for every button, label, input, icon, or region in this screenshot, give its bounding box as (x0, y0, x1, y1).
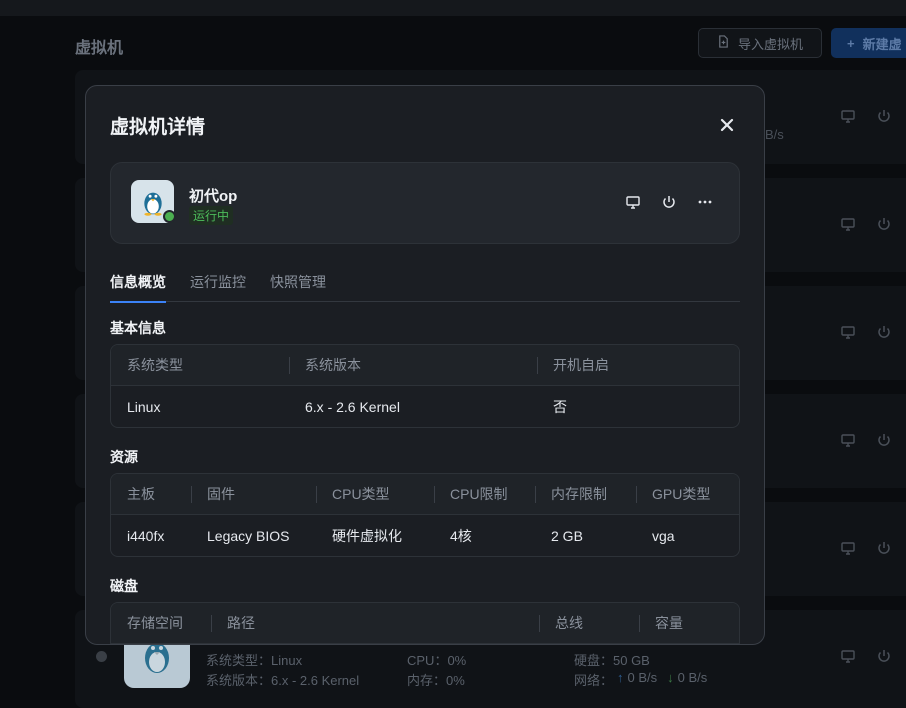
detail-tabs: 信息概览 运行监控 快照管理 (110, 272, 740, 303)
card-actions (840, 648, 892, 669)
monitor-icon[interactable] (840, 216, 856, 237)
table-header-row: 系统类型 系统版本 开机自启 (111, 345, 739, 386)
cpu-usage-text: CPU：0% (407, 653, 467, 668)
table-cell: 2 GB (551, 527, 583, 544)
table-cell: 4核 (450, 527, 472, 544)
network-up-value: 0 B/s (627, 670, 658, 685)
linux-penguin-icon (143, 192, 162, 216)
vm-summary-card: 初代op 运行中 (110, 162, 740, 244)
table-header-row: 存储空间 路径 总线 容量 (111, 603, 739, 644)
tab-overview[interactable]: 信息概览 (110, 272, 166, 303)
card-actions (840, 108, 892, 129)
table-header-cell: CPU类型 (316, 474, 434, 515)
card-actions (840, 216, 892, 237)
power-icon[interactable] (876, 648, 892, 669)
resources-title: 资源 (110, 449, 138, 465)
power-icon[interactable] (876, 324, 892, 345)
table-header-cell: 固件 (191, 474, 316, 515)
table-header-cell: 系统版本 (289, 345, 537, 386)
monitor-icon[interactable] (625, 194, 641, 215)
close-icon (720, 118, 734, 132)
monitor-icon[interactable] (840, 432, 856, 453)
table-row: Linux 6.x - 2.6 Kernel 否 (111, 386, 739, 427)
power-icon[interactable] (661, 194, 677, 215)
table-header-cell: 总线 (539, 603, 639, 644)
table-cell: 否 (553, 398, 567, 415)
top-bar (0, 0, 906, 16)
table-cell: Linux (127, 398, 161, 415)
table-header-cell: CPU限制 (434, 474, 535, 515)
resources-table: 主板 固件 CPU类型 CPU限制 内存限制 GPU类型 i440fx Lega… (110, 473, 740, 557)
table-header-cell: 路径 (211, 603, 539, 644)
system-version-text: 系统版本：6.x - 2.6 Kernel (206, 673, 360, 688)
new-vm-label: 新建虚 (862, 36, 902, 52)
table-header-cell: 开机自启 (537, 345, 739, 386)
power-icon[interactable] (876, 108, 892, 129)
basic-info-table: 系统类型 系统版本 开机自启 Linux 6.x - 2.6 Kernel 否 (110, 344, 740, 428)
table-header-cell: 内存限制 (535, 474, 636, 515)
monitor-icon[interactable] (840, 324, 856, 345)
table-cell: 硬件虚拟化 (332, 527, 402, 544)
table-cell: 6.x - 2.6 Kernel (305, 398, 400, 415)
power-icon[interactable] (876, 432, 892, 453)
table-header-cell: 系统类型 (127, 357, 183, 373)
table-cell: vga (652, 527, 675, 544)
table-header-cell: 容量 (639, 603, 739, 644)
card-actions (840, 432, 892, 453)
vm-name: 初代op (189, 188, 238, 205)
status-dot (96, 651, 107, 662)
table-cell: Legacy BIOS (207, 527, 290, 544)
new-vm-button[interactable]: + 新建虚 (831, 28, 906, 58)
monitor-icon[interactable] (840, 540, 856, 561)
monitor-icon[interactable] (840, 108, 856, 129)
disk-size-text: 硬盘：50 GB (574, 653, 650, 668)
status-dot (163, 210, 176, 223)
tab-snapshots[interactable]: 快照管理 (270, 272, 326, 302)
import-vm-label: 导入虚拟机 (737, 36, 803, 52)
monitor-icon[interactable] (840, 648, 856, 669)
import-vm-button[interactable]: 导入虚拟机 (698, 28, 822, 58)
arrow-down-icon: ↓ (667, 670, 674, 685)
table-header-cell: 主板 (127, 486, 155, 502)
vm-detail-modal: 虚拟机详情 初代op 运行中 信息概览 运行监控 快照管理 基本信息 系统类型 … (85, 85, 765, 645)
table-row: i440fx Legacy BIOS 硬件虚拟化 4核 2 GB vga (111, 515, 739, 556)
speed-text: B/s (765, 127, 784, 142)
card-actions (840, 540, 892, 561)
disk-table: 存储空间 路径 总线 容量 (110, 602, 740, 644)
table-header-row: 主板 固件 CPU类型 CPU限制 内存限制 GPU类型 (111, 474, 739, 515)
page-title: 虚拟机 (75, 40, 124, 57)
card-actions (840, 324, 892, 345)
status-badge: 运行中 (189, 206, 234, 225)
basic-info-title: 基本信息 (110, 320, 166, 336)
network-down-value: 0 B/s (677, 670, 708, 685)
plus-icon: + (847, 35, 855, 51)
modal-title: 虚拟机详情 (110, 117, 206, 138)
memory-usage-text: 内存：0% (407, 673, 465, 688)
arrow-up-icon: ↑ (617, 670, 624, 685)
system-type-text: 系统类型：Linux (206, 653, 303, 668)
tab-monitoring[interactable]: 运行监控 (190, 272, 246, 302)
network-label: 网络： (574, 673, 614, 688)
disk-title: 磁盘 (110, 578, 138, 594)
table-header-cell: 存储空间 (127, 615, 183, 631)
close-button[interactable] (716, 114, 738, 136)
file-import-icon (717, 35, 730, 51)
power-icon[interactable] (876, 216, 892, 237)
table-cell: i440fx (127, 527, 165, 544)
power-icon[interactable] (876, 540, 892, 561)
table-header-cell: GPU类型 (636, 474, 739, 515)
vm-actions (625, 194, 713, 215)
network-text: 网络： ↑ 0 B/s ↓ 0 B/s (574, 670, 707, 689)
more-icon[interactable] (697, 194, 713, 215)
